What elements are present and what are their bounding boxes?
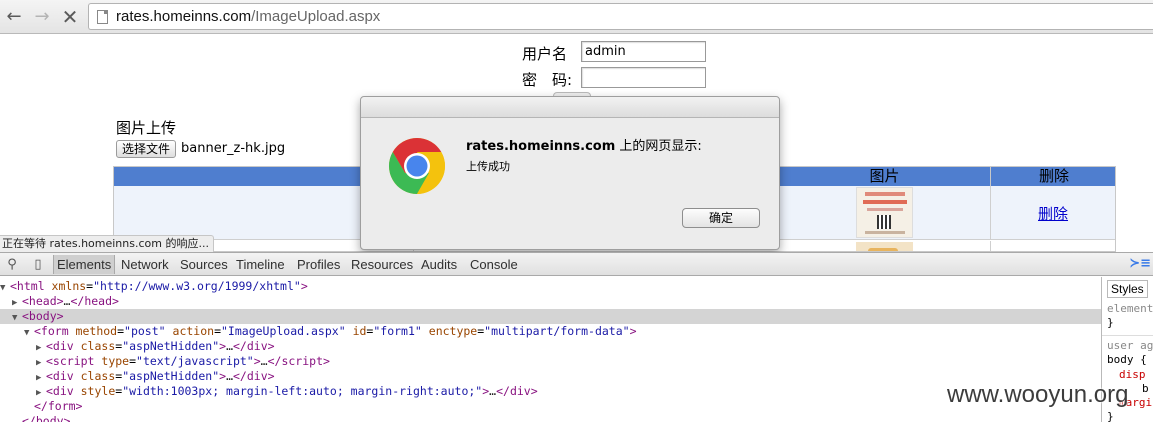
dialog-title-host: rates.homeinns.com: [466, 139, 616, 154]
username-label: 用户名: [522, 45, 568, 63]
div-style-value: "width:1003px; margin-left:auto; margin-…: [122, 384, 483, 398]
form-method-value: "post": [124, 324, 166, 338]
form-enctype-value: "multipart/form-data": [484, 324, 630, 338]
choose-file-button[interactable]: 选择文件: [116, 140, 176, 158]
dom-node[interactable]: </body>: [0, 414, 1101, 422]
password-label: 密 码:: [522, 71, 573, 89]
uploaded-image-thumbnail[interactable]: [856, 242, 913, 251]
html-xmlns-value: "http://www.w3.org/1999/xhtml": [93, 279, 301, 293]
delete-link[interactable]: 删除: [1038, 203, 1068, 224]
tab-console[interactable]: Console: [470, 257, 518, 272]
styles-line: body {: [1107, 353, 1147, 366]
tab-resources[interactable]: Resources: [351, 257, 413, 272]
stop-loading-icon[interactable]: ✕: [59, 6, 81, 28]
form-id-value: "form1": [373, 324, 422, 338]
selected-file-name: banner_z-hk.jpg: [181, 141, 286, 156]
alert-dialog: rates.homeinns.com 上的网页显示: 上传成功 确定: [360, 96, 780, 250]
dialog-message: 上传成功: [466, 160, 510, 173]
header-delete: 删除: [1038, 167, 1069, 185]
styles-line: b: [1142, 382, 1149, 395]
form-action-value: "ImageUpload.aspx": [221, 324, 346, 338]
url-text[interactable]: rates.homeinns.com/ImageUpload.aspx: [116, 8, 380, 25]
tab-audits[interactable]: Audits: [421, 257, 457, 272]
dom-node[interactable]: ▼ <form method="post" action="ImageUpload…: [0, 324, 1101, 339]
url-host: rates.homeinns.com: [116, 8, 252, 25]
page-icon: [97, 10, 108, 24]
dom-node-selected[interactable]: ▼ <body>: [0, 309, 1101, 324]
password-input[interactable]: [581, 67, 706, 88]
styles-line: element: [1107, 302, 1153, 315]
styles-line: }: [1107, 316, 1114, 329]
tab-timeline[interactable]: Timeline: [236, 257, 285, 272]
tab-styles[interactable]: Styles: [1107, 280, 1148, 298]
back-arrow-icon[interactable]: ←: [3, 6, 25, 28]
dom-node[interactable]: ▶ <div class="aspNetHidden">…</div>: [0, 339, 1101, 354]
forward-arrow-icon[interactable]: →: [31, 6, 53, 28]
upload-title: 图片上传: [116, 119, 177, 137]
username-input[interactable]: admin: [581, 41, 706, 62]
watermark-text: www.wooyun.org: [947, 381, 1129, 408]
div-class-value: "aspNetHidden": [122, 339, 220, 353]
styles-line: user ag: [1107, 339, 1153, 352]
url-path: /ImageUpload.aspx: [251, 8, 381, 25]
dom-node[interactable]: </form>: [0, 399, 1101, 414]
chrome-logo-icon: [388, 138, 446, 194]
password-row: 密 码:: [522, 67, 712, 89]
column-divider: [990, 186, 991, 240]
device-mode-icon[interactable]: ▯: [30, 257, 46, 273]
styles-line: }: [1107, 410, 1114, 422]
styles-line: disp: [1119, 368, 1146, 381]
dom-node[interactable]: ▶ <div class="aspNetHidden">…</div>: [0, 369, 1101, 384]
browser-toolbar: ← → ✕ rates.homeinns.com/ImageUpload.asp…: [0, 0, 1153, 34]
tab-elements[interactable]: Elements: [53, 255, 116, 274]
devtools-toolbar: ⚲ ▯ Elements Network Sources Timeline Pr…: [0, 252, 1153, 276]
tab-profiles[interactable]: Profiles: [297, 257, 340, 272]
ok-button[interactable]: 确定: [682, 208, 760, 228]
dom-tree: ▼ <html xmlns="http://www.w3.org/1999/xht…: [0, 277, 1101, 422]
uploaded-image-thumbnail[interactable]: [856, 187, 913, 238]
drawer-toggle-icon[interactable]: ≻≡: [1129, 256, 1151, 271]
dialog-titlebar: [361, 97, 779, 118]
status-bubble: 正在等待 rates.homeinns.com 的响应...: [0, 235, 214, 252]
dom-node[interactable]: ▼ <html xmlns="http://www.w3.org/1999/xht…: [0, 279, 1101, 294]
script-type-value: "text/javascript": [136, 354, 254, 368]
styles-divider: [1102, 335, 1153, 336]
dom-node[interactable]: ▶ <div style="width:1003px; margin-left:a…: [0, 384, 1101, 399]
username-row: 用户名 admin: [522, 41, 712, 63]
dialog-title: rates.homeinns.com 上的网页显示:: [466, 135, 702, 154]
header-image: 图片: [869, 167, 900, 185]
dom-node[interactable]: ▶ <script type="text/javascript">…</scrip…: [0, 354, 1101, 369]
dom-node[interactable]: ▶ <head>…</head>: [0, 294, 1101, 309]
div-class-value: "aspNetHidden": [122, 369, 220, 383]
address-bar[interactable]: rates.homeinns.com/ImageUpload.aspx: [88, 3, 1153, 30]
tab-network[interactable]: Network: [121, 257, 169, 272]
dialog-title-suffix: 上的网页显示:: [615, 139, 702, 154]
column-divider: [990, 241, 991, 251]
search-icon[interactable]: ⚲: [4, 257, 20, 273]
tab-sources[interactable]: Sources: [180, 257, 228, 272]
